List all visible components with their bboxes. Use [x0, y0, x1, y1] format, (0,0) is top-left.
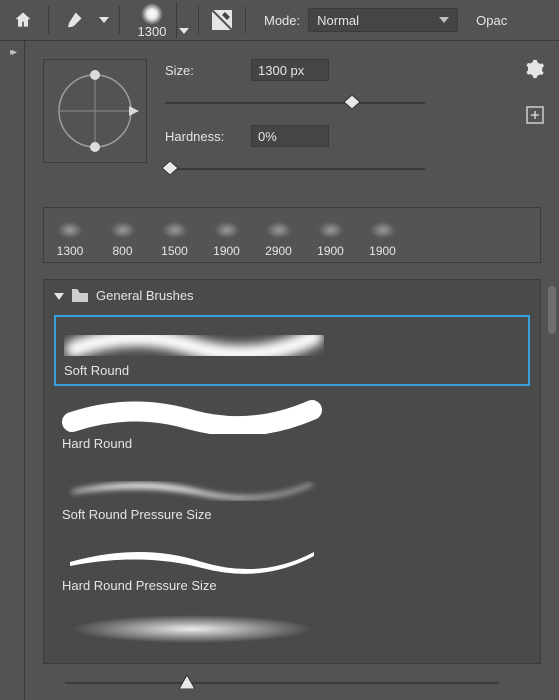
opacity-label: Opac — [476, 13, 507, 28]
brush-tool-button[interactable] — [57, 5, 91, 35]
brush-size-readout: 1300 — [138, 24, 167, 39]
size-input[interactable]: 1300 px — [251, 59, 329, 81]
recent-brush[interactable]: 1500 — [148, 208, 200, 262]
brush-thumbnail — [209, 218, 245, 242]
brush-thumbnail — [313, 218, 349, 242]
size-label: Size: — [165, 63, 237, 78]
toolbar-divider — [198, 6, 199, 34]
folder-name: General Brushes — [96, 288, 194, 303]
tool-dropdown[interactable] — [97, 5, 111, 35]
recent-brush[interactable]: 2900 — [252, 208, 304, 262]
brush-thumbnail — [52, 218, 88, 242]
brush-presets-list: General Brushes Soft Round Hard Round Soft… — [43, 279, 541, 664]
brush-preset-dropdown[interactable] — [176, 2, 190, 38]
toolbar-divider — [48, 6, 49, 34]
thumbnail-size-slider[interactable] — [65, 674, 499, 692]
brush-folder-header[interactable]: General Brushes — [44, 280, 540, 311]
chevron-down-icon — [54, 291, 64, 301]
thumbnail-size-thumb[interactable] — [179, 675, 195, 689]
expand-icon: ▸▸ — [10, 47, 14, 58]
recent-brush[interactable]: 1900 — [200, 208, 252, 262]
plus-box-icon — [526, 106, 544, 124]
toolbar-divider — [245, 6, 246, 34]
mode-label: Mode: — [264, 13, 300, 28]
recent-brush[interactable]: 1900 — [356, 208, 408, 262]
toolbar-divider — [119, 6, 120, 34]
brush-tip-preview — [141, 3, 163, 25]
brush-preset-item[interactable]: Hard Round Pressure Size — [54, 532, 530, 599]
scrollbar-thumb[interactable] — [548, 286, 556, 334]
recent-brush[interactable]: 1300 — [44, 208, 96, 262]
brush-picker-panel: Size: 1300 px Hardness: 0% — [24, 40, 559, 700]
recent-brush-size: 800 — [112, 244, 132, 258]
brush-preset-label: Hard Round Pressure Size — [62, 578, 522, 593]
blend-mode-select[interactable]: Normal — [308, 8, 458, 32]
brush-settings-button[interactable] — [207, 5, 237, 35]
brush-stroke-preview — [62, 398, 476, 432]
recent-brushes: 1300 800 1500 1900 2900 1900 1900 — [43, 207, 541, 263]
brush-thumbnail — [365, 218, 401, 242]
recent-brush-size: 1900 — [213, 244, 240, 258]
recent-brush-size: 1900 — [369, 244, 396, 258]
panel-settings-button[interactable] — [525, 59, 545, 82]
brush-preset-label: Soft Round Pressure Size — [62, 507, 522, 522]
recent-brush-size: 1300 — [57, 244, 84, 258]
recent-brush[interactable]: 1900 — [304, 208, 356, 262]
recent-brush-size: 2900 — [265, 244, 292, 258]
panel-collapse-gutter[interactable]: ▸▸ — [0, 40, 24, 700]
brush-preset-label: Hard Round — [62, 436, 522, 451]
recent-brush-size: 1500 — [161, 244, 188, 258]
brush-thumbnail — [157, 218, 193, 242]
brush-stroke-preview — [62, 469, 476, 503]
brush-thumbnail — [261, 218, 297, 242]
brush-stroke-preview — [62, 540, 476, 574]
brush-preset-label: Soft Round — [64, 363, 520, 378]
brush-angle-widget[interactable] — [43, 59, 147, 163]
size-slider-thumb[interactable] — [344, 95, 360, 109]
new-preset-button[interactable] — [526, 106, 544, 127]
brush-stroke-preview — [64, 325, 474, 359]
folder-icon — [72, 289, 88, 302]
recent-brush[interactable]: 800 — [96, 208, 148, 262]
brush-preset-item[interactable]: Soft Round Pressure Size — [54, 461, 530, 528]
gear-icon — [525, 59, 545, 79]
brush-preset-item[interactable] — [54, 603, 530, 655]
brush-stroke-preview — [62, 611, 476, 645]
recent-brush-size: 1900 — [317, 244, 344, 258]
angle-roundness-diagram — [47, 63, 143, 159]
size-slider[interactable] — [165, 95, 425, 111]
brush-thumbnail — [105, 218, 141, 242]
hardness-input[interactable]: 0% — [251, 125, 329, 147]
brush-preset-indicator[interactable]: 1300 — [128, 0, 190, 40]
brush-preset-item[interactable]: Soft Round — [54, 315, 530, 386]
blend-mode-value: Normal — [317, 13, 359, 28]
app-toolbar: 1300 Mode: Normal Opac — [0, 0, 559, 40]
hardness-slider[interactable] — [165, 161, 425, 177]
hardness-slider-thumb[interactable] — [162, 161, 178, 175]
home-button[interactable] — [6, 5, 40, 35]
hardness-label: Hardness: — [165, 129, 237, 144]
brush-preset-item[interactable]: Hard Round — [54, 390, 530, 457]
